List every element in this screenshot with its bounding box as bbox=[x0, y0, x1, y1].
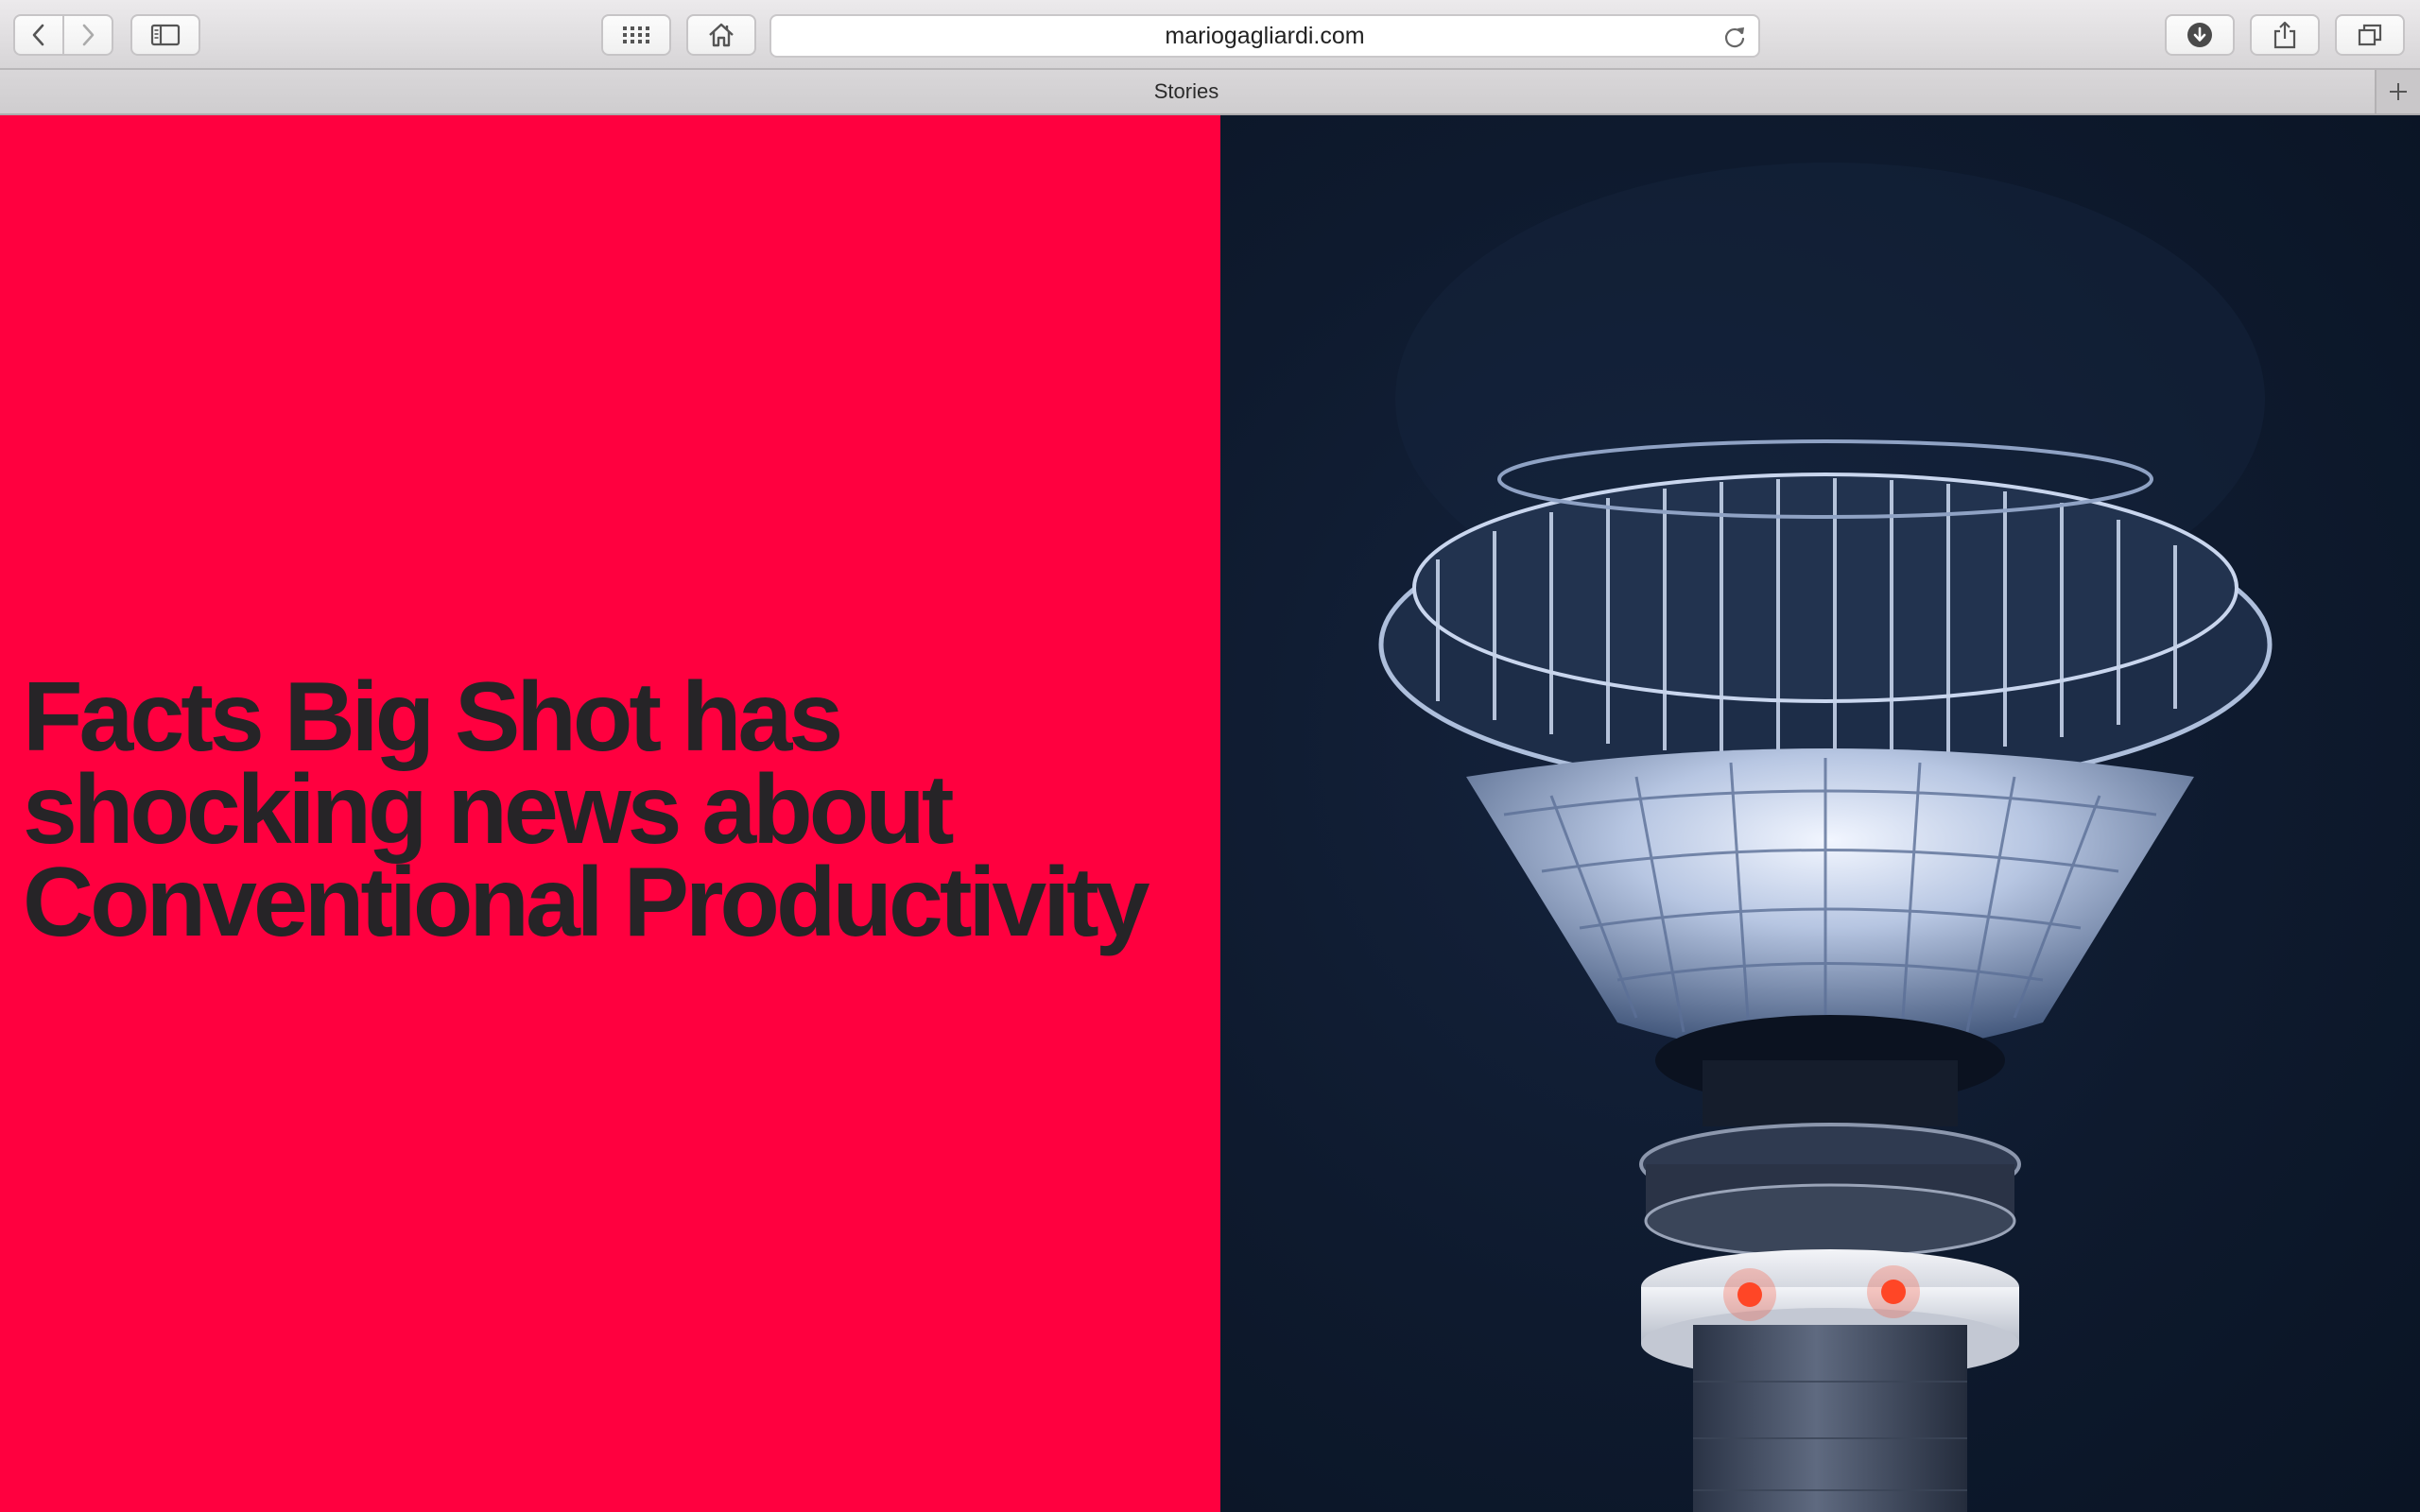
address-bar[interactable]: mariogagliardi.com bbox=[769, 14, 1760, 58]
url-text: mariogagliardi.com bbox=[1165, 23, 1365, 49]
top-sites-button[interactable] bbox=[601, 14, 671, 56]
sidebar-icon bbox=[150, 24, 181, 46]
sidebar-button[interactable] bbox=[130, 14, 200, 56]
page-content: Facts Big Shot has shocking news about C… bbox=[0, 115, 2420, 1512]
top-sites-icon bbox=[623, 26, 649, 43]
new-tab-button[interactable] bbox=[2375, 70, 2420, 113]
back-button[interactable] bbox=[13, 14, 64, 56]
plus-icon bbox=[2390, 83, 2407, 100]
headline-panel: Facts Big Shot has shocking news about C… bbox=[0, 115, 1220, 1512]
tabs-icon bbox=[2358, 24, 2382, 46]
share-icon bbox=[2273, 21, 2296, 49]
hero-photo bbox=[1220, 115, 2420, 1512]
home-icon bbox=[709, 23, 734, 47]
tab-stories[interactable]: Stories bbox=[0, 70, 2373, 113]
tabs-overview-button[interactable] bbox=[2335, 14, 2405, 56]
forward-icon bbox=[82, 24, 95, 46]
home-button[interactable] bbox=[686, 14, 756, 56]
share-button[interactable] bbox=[2250, 14, 2320, 56]
story-headline[interactable]: Facts Big Shot has shocking news about C… bbox=[23, 668, 1195, 952]
browser-toolbar: mariogagliardi.com bbox=[0, 0, 2420, 70]
download-icon bbox=[2187, 23, 2212, 47]
back-icon bbox=[32, 24, 44, 46]
reload-icon[interactable] bbox=[1722, 24, 1747, 50]
tv-tower-image bbox=[1378, 163, 2273, 1512]
tab-bar: Stories bbox=[0, 70, 2420, 115]
forward-button[interactable] bbox=[62, 14, 113, 56]
downloads-button[interactable] bbox=[2165, 14, 2235, 56]
